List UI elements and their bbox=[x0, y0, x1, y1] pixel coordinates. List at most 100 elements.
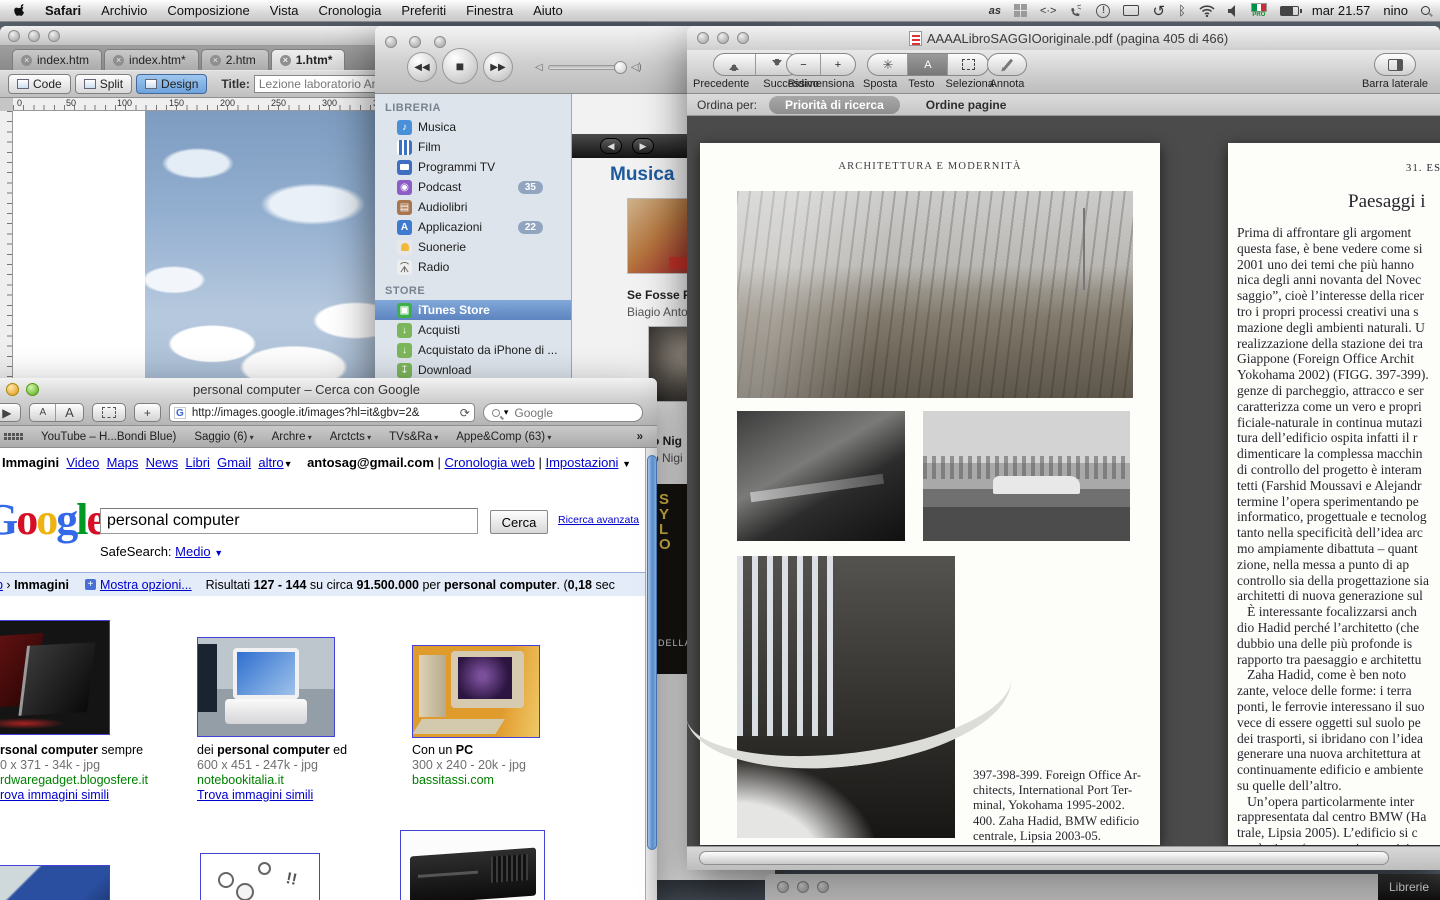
scrollbar-thumb[interactable] bbox=[699, 851, 1389, 865]
show-options-link[interactable]: Mostra opzioni... bbox=[100, 578, 192, 592]
safesearch-level-link[interactable]: Medio bbox=[175, 544, 210, 559]
store-back-button[interactable]: ◀ bbox=[600, 138, 622, 154]
zoom-in-button[interactable]: + bbox=[821, 54, 855, 75]
sidebar-toggle-button[interactable] bbox=[1375, 54, 1415, 75]
preview-titlebar[interactable]: AAAALibroSAGGIOoriginale.pdf (pagina 405… bbox=[687, 26, 1440, 50]
vertical-scrollbar[interactable] bbox=[645, 448, 657, 900]
minimize-button[interactable] bbox=[797, 881, 809, 893]
nav-video[interactable]: Video bbox=[66, 455, 99, 470]
sidebar-item-podcast[interactable]: ◉Podcast35 bbox=[375, 177, 571, 197]
close-button[interactable] bbox=[8, 30, 20, 42]
account-email[interactable]: antosag@gmail.com bbox=[307, 455, 434, 470]
bookmark-folder-arctcts[interactable]: Arctcts bbox=[330, 431, 371, 443]
menu-user[interactable]: nino bbox=[1383, 3, 1408, 18]
select-tool-button[interactable] bbox=[948, 54, 988, 75]
advanced-search-link[interactable]: Ricerca avanzata bbox=[558, 514, 639, 526]
text-smaller-button[interactable]: A bbox=[30, 404, 56, 421]
nav-libri[interactable]: Libri bbox=[185, 455, 210, 470]
zoom-button[interactable] bbox=[48, 30, 60, 42]
cerca-button[interactable]: Cerca bbox=[490, 510, 548, 534]
phone-icon[interactable] bbox=[1069, 3, 1083, 19]
nav-maps[interactable]: Maps bbox=[107, 455, 139, 470]
sort-priority-pill[interactable]: Priorità di ricerca bbox=[769, 96, 900, 114]
volume-slider[interactable]: ◁ ◁) bbox=[535, 62, 642, 73]
result-image-laptops[interactable] bbox=[0, 620, 110, 735]
time-machine-icon[interactable]: ↺ bbox=[1152, 3, 1165, 19]
bluetooth-icon[interactable]: ᛒ bbox=[1178, 3, 1186, 19]
new-tab-button[interactable]: + bbox=[135, 404, 160, 421]
bookmarks-overflow-chevron[interactable]: » bbox=[637, 431, 657, 443]
zoom-button[interactable] bbox=[817, 881, 829, 893]
sidebar-item-suonerie[interactable]: Suonerie bbox=[375, 237, 571, 257]
horizontal-scrollbar[interactable] bbox=[687, 846, 1440, 870]
minimize-button[interactable] bbox=[409, 36, 421, 48]
safari-titlebar[interactable]: personal computer – Cerca con Google bbox=[0, 378, 657, 400]
web-history-link[interactable]: Cronologia web bbox=[445, 455, 535, 470]
reload-icon[interactable]: ⟳ bbox=[460, 406, 470, 420]
tab-2-htm[interactable]: ×2.htm bbox=[201, 49, 269, 70]
apple-menu-icon[interactable] bbox=[0, 3, 35, 18]
background-window-titlebar[interactable]: Librerie bbox=[765, 874, 1440, 900]
settings-link[interactable]: Impostazioni bbox=[545, 455, 618, 470]
bookmark-folder-saggio[interactable]: Saggio (6) bbox=[194, 431, 253, 443]
annotate-button[interactable] bbox=[988, 54, 1026, 75]
sidebar-item-acquisti[interactable]: ↓Acquisti bbox=[375, 320, 571, 340]
previous-page-button[interactable] bbox=[714, 54, 756, 75]
url-input[interactable] bbox=[190, 406, 456, 420]
code-view-button[interactable]: Code bbox=[8, 74, 71, 94]
close-tab-icon[interactable]: × bbox=[280, 55, 291, 66]
menu-item-finestra[interactable]: Finestra bbox=[456, 3, 523, 18]
sort-page-order[interactable]: Ordine pagine bbox=[926, 98, 1007, 112]
sidebar-item-acquistato-iphone[interactable]: ↓Acquistato da iPhone di ... bbox=[375, 340, 571, 360]
result-image-desktop-pc[interactable] bbox=[412, 645, 540, 738]
text-bigger-button[interactable]: A bbox=[56, 404, 83, 421]
result-image-cartoon[interactable]: !! bbox=[200, 853, 320, 900]
minimize-button[interactable] bbox=[6, 383, 19, 396]
grid-icon[interactable] bbox=[1014, 3, 1027, 19]
album-title[interactable]: Se Fosse F bbox=[627, 288, 690, 302]
zoom-button[interactable] bbox=[434, 36, 446, 48]
menu-item-preferiti[interactable]: Preferiti bbox=[391, 3, 456, 18]
store-forward-button[interactable]: ▶ bbox=[632, 138, 654, 154]
search-input[interactable] bbox=[512, 405, 612, 421]
close-button[interactable] bbox=[777, 881, 789, 893]
display-icon[interactable] bbox=[1123, 5, 1139, 16]
sidebar-item-film[interactable]: Film bbox=[375, 137, 571, 157]
zoom-button[interactable] bbox=[26, 383, 39, 396]
bookmark-youtube[interactable]: YouTube – H...Bondi Blue) bbox=[41, 431, 176, 443]
menu-item-cronologia[interactable]: Cronologia bbox=[308, 3, 391, 18]
wifi-icon[interactable] bbox=[1199, 3, 1215, 19]
bookmark-folder-appecomp[interactable]: Appe&Comp (63) bbox=[456, 431, 551, 443]
close-button[interactable] bbox=[697, 32, 709, 44]
sidebar-item-programmi-tv[interactable]: Programmi TV bbox=[375, 157, 571, 177]
italian-flag-pro-icon[interactable]: PRO bbox=[1251, 3, 1267, 18]
minimize-button[interactable] bbox=[28, 30, 40, 42]
spotlight-icon[interactable] bbox=[1421, 3, 1430, 19]
rewind-button[interactable]: ◀◀ bbox=[407, 52, 437, 82]
address-bar[interactable]: G ⟳ bbox=[169, 403, 475, 422]
sidebar-item-radio[interactable]: Radio bbox=[375, 257, 571, 277]
bookmark-folder-tvsra[interactable]: TVs&Ra bbox=[389, 431, 438, 443]
result-image-media-box[interactable] bbox=[400, 830, 545, 900]
similar-images-link[interactable]: Trova immagini simili bbox=[197, 788, 313, 802]
close-tab-icon[interactable]: × bbox=[210, 55, 221, 66]
nav-gmail[interactable]: Gmail bbox=[217, 455, 251, 470]
menu-item-aiuto[interactable]: Aiuto bbox=[523, 3, 573, 18]
minimize-button[interactable] bbox=[717, 32, 729, 44]
clouds-image[interactable] bbox=[145, 111, 385, 402]
code-icon[interactable]: <·> bbox=[1040, 3, 1057, 19]
sidebar-item-audiolibri[interactable]: ▤Audiolibri bbox=[375, 197, 571, 217]
alert-icon[interactable]: ! bbox=[1096, 4, 1110, 18]
result-image-person[interactable] bbox=[0, 865, 110, 900]
volume-icon[interactable] bbox=[1228, 3, 1238, 19]
close-tab-icon[interactable]: × bbox=[21, 55, 32, 66]
menu-item-composizione[interactable]: Composizione bbox=[157, 3, 259, 18]
plus-box-icon[interactable]: + bbox=[85, 579, 96, 590]
search-field[interactable]: ▾ bbox=[483, 403, 643, 422]
menu-item-archivio[interactable]: Archivio bbox=[91, 3, 157, 18]
google-search-input[interactable] bbox=[100, 508, 478, 534]
result-image-netbook[interactable] bbox=[197, 637, 335, 737]
battery-icon[interactable] bbox=[1280, 6, 1299, 16]
scrollbar-thumb[interactable] bbox=[647, 455, 657, 850]
sidebar-item-musica[interactable]: ♪Musica bbox=[375, 117, 571, 137]
